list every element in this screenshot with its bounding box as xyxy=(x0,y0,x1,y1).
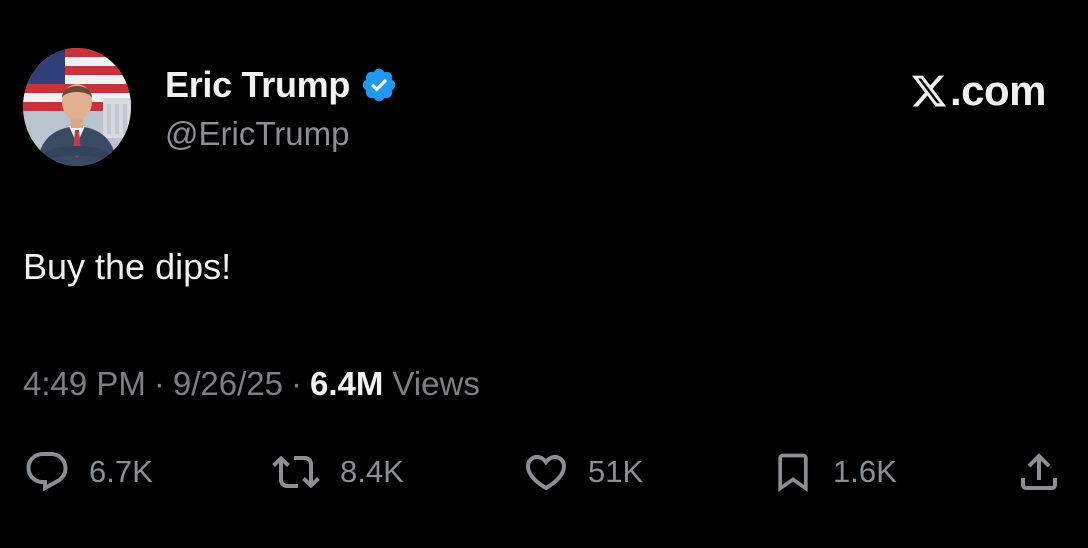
avatar[interactable] xyxy=(23,48,131,166)
author-handle[interactable]: @EricTrump xyxy=(165,112,349,156)
bookmark-icon xyxy=(778,453,808,493)
verified-badge-icon xyxy=(360,66,398,104)
heart-icon xyxy=(525,455,567,491)
views-label: Views xyxy=(392,365,480,402)
meta-separator: · xyxy=(153,365,165,402)
tweet-time[interactable]: 4:49 PM xyxy=(23,362,146,406)
author-display-name[interactable]: Eric Trump xyxy=(165,62,350,108)
tweet-date[interactable]: 9/26/25 xyxy=(173,362,283,406)
brand-logo: .com xyxy=(910,66,1047,116)
share-button[interactable] xyxy=(1015,444,1063,500)
action-bar: 6.7K 8.4K 51K 1.6K xyxy=(0,444,1088,500)
reply-count: 6.7K xyxy=(89,454,153,489)
retweet-icon xyxy=(272,455,320,489)
author-name-row: Eric Trump xyxy=(165,62,398,108)
bookmark-button[interactable]: 1.6K xyxy=(771,444,897,500)
share-icon xyxy=(1021,453,1057,490)
tweet-text: Buy the dips! xyxy=(23,246,232,287)
meta-separator: · xyxy=(291,365,303,402)
retweet-count: 8.4K xyxy=(340,454,404,489)
tweet-meta: 4:49 PM · 9/26/25 · 6.4M Views xyxy=(23,362,480,406)
tweet-card: Eric Trump @EricTrump .com Buy the dips!… xyxy=(0,0,1088,548)
x-logo-icon xyxy=(910,71,948,111)
retweet-button[interactable]: 8.4K xyxy=(270,444,404,500)
brand-text: .com xyxy=(949,67,1047,114)
bookmark-count: 1.6K xyxy=(833,454,897,489)
views-count[interactable]: 6.4M xyxy=(310,362,383,406)
reply-icon xyxy=(26,452,68,492)
like-count: 51K xyxy=(588,454,644,489)
like-button[interactable]: 51K xyxy=(522,444,643,500)
reply-button[interactable]: 6.7K xyxy=(23,444,153,500)
